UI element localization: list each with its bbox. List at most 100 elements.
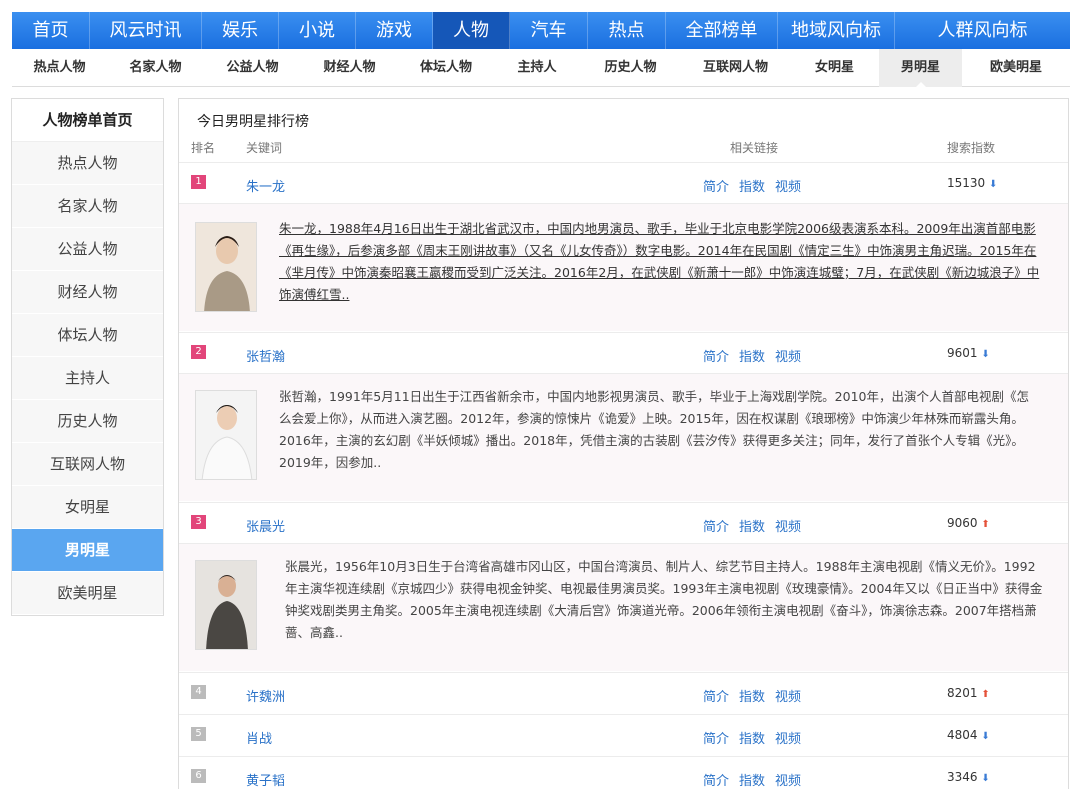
subnav-tab-actress[interactable]: 女明星 [790,49,879,87]
col-header-links: 相关链接 [730,141,779,155]
sidebar-item-charity[interactable]: 公益人物 [12,228,163,271]
person-name-link[interactable]: 黄子韬 [246,770,285,789]
rank-badge: 4 [191,685,206,699]
col-header-rank: 排名 [191,141,216,155]
person-description: 张哲瀚，1991年5月11日出生于江西省新余市，中国内地影视男演员、歌手，毕业于… [279,389,1029,470]
related-links: 简介 指数 视频 [703,686,811,705]
index-link[interactable]: 指数 [739,350,765,365]
subnav-tab-charity[interactable]: 公益人物 [204,49,301,87]
top-nav: 首页 风云时讯 娱乐 小说 游戏 人物 汽车 热点 全部榜单 地域风向标 人群风… [12,12,1070,49]
subnav-tab-history[interactable]: 历史人物 [580,49,681,87]
col-header-index: 搜索指数 [947,141,996,155]
topnav-tab-crowd[interactable]: 人群风向标 [895,12,1070,49]
intro-link[interactable]: 简介 [703,774,729,789]
subnav-tab-finance[interactable]: 财经人物 [301,49,398,87]
index-link[interactable]: 指数 [739,520,765,535]
video-link[interactable]: 视频 [775,520,801,535]
person-photo [195,222,257,312]
search-index: 4804 ⬇ [947,728,990,742]
ranking-title: 今日男明星排行榜 [197,114,309,130]
intro-link[interactable]: 简介 [703,520,729,535]
topnav-tab-novel[interactable]: 小说 [279,12,356,49]
sidebar-title[interactable]: 人物榜单首页 [12,99,163,142]
person-name-link[interactable]: 肖战 [246,728,272,747]
subnav-tab-famous[interactable]: 名家人物 [107,49,204,87]
video-link[interactable]: 视频 [775,774,801,789]
topnav-tab-news[interactable]: 风云时讯 [90,12,202,49]
subnav-tab-sports[interactable]: 体坛人物 [398,49,494,87]
topnav-tab-home[interactable]: 首页 [12,12,90,49]
subnav-tab-actor[interactable]: 男明星 [879,49,962,88]
search-index: 9601 ⬇ [947,346,990,360]
trend-down-icon: ⬇ [989,179,998,190]
sidebar-item-sports[interactable]: 体坛人物 [12,314,163,357]
table-row: 5 肖战 简介 指数 视频 4804 ⬇ [179,714,1068,755]
rank-badge: 3 [191,515,206,529]
table-row: 2 张哲瀚 简介 指数 视频 9601 ⬇ [179,332,1068,373]
person-description-link[interactable]: 朱一龙，1988年4月16日出生于湖北省武汉市，中国内地男演员、歌手，毕业于北京… [279,218,1041,306]
topnav-tab-all-lists[interactable]: 全部榜单 [666,12,778,49]
trend-down-icon: ⬇ [981,773,990,784]
sidebar-item-actress[interactable]: 女明星 [12,486,163,529]
person-name-link[interactable]: 朱一龙 [246,176,285,195]
intro-link[interactable]: 简介 [703,180,729,195]
rank-badge: 5 [191,727,206,741]
sidebar-item-actor[interactable]: 男明星 [12,529,163,572]
sidebar-item-history[interactable]: 历史人物 [12,400,163,443]
person-description: 张晨光，1956年10月3日生于台湾省高雄市冈山区，中国台湾演员、制片人、综艺节… [285,559,1043,640]
person-name-link[interactable]: 张晨光 [246,516,285,535]
col-header-keyword: 关键词 [246,141,283,155]
topnav-tab-people[interactable]: 人物 [433,12,510,49]
topnav-tab-game[interactable]: 游戏 [356,12,433,49]
person-photo [195,560,257,650]
subnav-tab-host[interactable]: 主持人 [494,49,580,87]
trend-up-icon: ⬆ [981,519,990,530]
trend-down-icon: ⬇ [981,349,990,360]
topnav-tab-entertainment[interactable]: 娱乐 [202,12,279,49]
person-name-link[interactable]: 张哲瀚 [246,346,285,365]
topnav-tab-hot[interactable]: 热点 [588,12,666,49]
table-row: 6 黄子韬 简介 指数 视频 3346 ⬇ [179,756,1068,789]
related-links: 简介 指数 视频 [703,516,811,535]
sidebar-item-internet[interactable]: 互联网人物 [12,443,163,486]
index-link[interactable]: 指数 [739,732,765,747]
trend-down-icon: ⬇ [981,731,990,742]
topnav-tab-auto[interactable]: 汽车 [510,12,588,49]
search-index: 8201 ⬆ [947,686,990,700]
person-name-link[interactable]: 许魏洲 [246,686,285,705]
subnav-tab-hot-people[interactable]: 热点人物 [12,49,107,87]
sidebar-item-finance[interactable]: 财经人物 [12,271,163,314]
sidebar-item-host[interactable]: 主持人 [12,357,163,400]
intro-link[interactable]: 简介 [703,350,729,365]
index-link[interactable]: 指数 [739,774,765,789]
index-link[interactable]: 指数 [739,690,765,705]
sidebar-item-famous[interactable]: 名家人物 [12,185,163,228]
related-links: 简介 指数 视频 [703,346,811,365]
table-row: 1 朱一龙 简介 指数 视频 15130 ⬇ [179,162,1068,203]
related-links: 简介 指数 视频 [703,770,811,789]
person-detail: 张哲瀚，1991年5月11日出生于江西省新余市，中国内地影视男演员、歌手，毕业于… [179,373,1068,501]
video-link[interactable]: 视频 [775,690,801,705]
subnav-tab-internet[interactable]: 互联网人物 [681,49,790,87]
intro-link[interactable]: 简介 [703,732,729,747]
trend-up-icon: ⬆ [981,689,990,700]
rank-badge: 1 [191,175,206,189]
sidebar-item-hot-people[interactable]: 热点人物 [12,142,163,185]
search-index: 15130 ⬇ [947,176,998,190]
index-link[interactable]: 指数 [739,180,765,195]
rank-badge: 2 [191,345,206,359]
sidebar-item-western[interactable]: 欧美明星 [12,572,163,615]
video-link[interactable]: 视频 [775,180,801,195]
video-link[interactable]: 视频 [775,350,801,365]
search-index: 9060 ⬆ [947,516,990,530]
search-index: 3346 ⬇ [947,770,990,784]
person-detail: 张晨光，1956年10月3日生于台湾省高雄市冈山区，中国台湾演员、制片人、综艺节… [179,543,1068,671]
person-detail: 朱一龙，1988年4月16日出生于湖北省武汉市，中国内地男演员、歌手，毕业于北京… [179,203,1068,331]
ranking-panel: 今日男明星排行榜 排名 关键词 相关链接 搜索指数 1 朱一龙 简介 指数 视频 1… [178,98,1069,789]
topnav-tab-region[interactable]: 地域风向标 [778,12,895,49]
subnav-tab-western[interactable]: 欧美明星 [962,49,1070,87]
intro-link[interactable]: 简介 [703,690,729,705]
table-row: 4 许魏洲 简介 指数 视频 8201 ⬆ [179,672,1068,713]
video-link[interactable]: 视频 [775,732,801,747]
table-row: 3 张晨光 简介 指数 视频 9060 ⬆ [179,502,1068,543]
